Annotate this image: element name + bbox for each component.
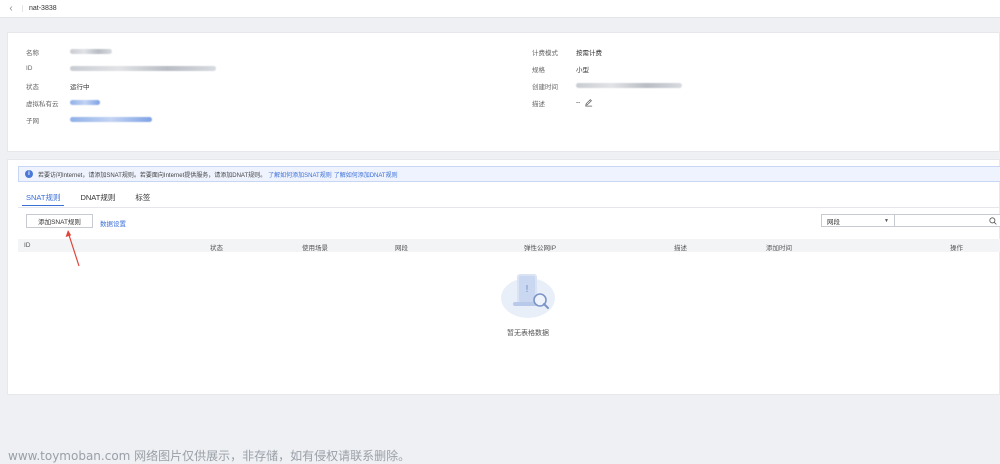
vpc-label: 虚拟私有云 (26, 100, 59, 108)
add-snat-rule-button[interactable]: 添加SNAT规则 (26, 214, 93, 228)
snat-help-link[interactable]: 了解如何添加SNAT规则 (268, 170, 332, 179)
description-label: 描述 (532, 100, 545, 108)
back-icon[interactable]: ‹ (0, 0, 22, 18)
basic-info-panel: 名称 ID 状态 运行中 虚拟私有云 子网 计费模式 按需计费 规格 小型 创建… (7, 32, 1000, 152)
notice-text: 若要访问Internet，请添加SNAT规则。若要面向Internet提供服务，… (38, 172, 267, 179)
name-value (70, 49, 112, 54)
column-header: 网段 (395, 245, 408, 252)
tab-snat[interactable]: SNAT规则 (21, 192, 68, 206)
name-label: 名称 (26, 49, 39, 57)
status-value: 运行中 (70, 83, 90, 91)
search-input[interactable] (894, 214, 1000, 227)
empty-document-icon: ! (501, 274, 555, 318)
data-settings-link[interactable]: 数据设置 (100, 218, 126, 228)
redacted-value (70, 49, 112, 54)
info-left-column: 名称 ID 状态 运行中 虚拟私有云 子网 (26, 43, 216, 128)
column-header: 添加时间 (766, 245, 792, 252)
tab-tags[interactable]: 标签 (135, 192, 158, 206)
info-row-spec: 规格 小型 (532, 60, 682, 77)
description-value: -- (576, 98, 593, 107)
created-value (576, 83, 682, 88)
info-row-created: 创建时间 (532, 77, 682, 94)
created-label: 创建时间 (532, 83, 558, 91)
info-row-billing: 计费模式 按需计费 (532, 43, 682, 60)
description-text: -- (576, 99, 581, 106)
empty-table-text: 暂无表格数据 (507, 330, 549, 337)
info-row-vpc: 虚拟私有云 (26, 94, 216, 111)
page-title: nat-3838 (22, 5, 57, 12)
subnet-label: 子网 (26, 117, 39, 125)
edit-icon[interactable] (584, 98, 593, 107)
column-header: 状态 (210, 245, 223, 252)
subnet-value[interactable] (70, 117, 152, 122)
column-header: ID (24, 242, 31, 249)
info-right-column: 计费模式 按需计费 规格 小型 创建时间 描述 -- (532, 43, 682, 111)
id-label: ID (26, 65, 33, 72)
status-label: 状态 (26, 83, 39, 91)
tab-divider (18, 207, 1000, 208)
filter-select[interactable]: 网段 ▼ (821, 214, 895, 227)
spec-label: 规格 (532, 66, 545, 74)
dnat-help-link[interactable]: 了解如何添加DNAT规则 (334, 170, 398, 179)
redacted-value (70, 66, 216, 71)
info-row-subnet: 子网 (26, 111, 216, 128)
top-bar: ‹ nat-3838 (0, 0, 1000, 18)
watermark-text: www.toymoban.com 网络图片仅供展示，非存储，如有侵权请联系删除。 (8, 449, 411, 463)
spec-value: 小型 (576, 66, 589, 74)
column-header: 操作 (950, 245, 963, 252)
billing-value: 按需计费 (576, 49, 602, 57)
column-header: 描述 (674, 245, 687, 252)
column-header: 弹性公网IP (524, 245, 557, 252)
svg-text:!: ! (525, 284, 529, 295)
rule-tabs: SNAT规则 DNAT规则 标签 (21, 192, 170, 206)
filter-value: 网段 (827, 218, 840, 226)
empty-state: ! 暂无表格数据 (478, 268, 578, 338)
rules-panel: i 若要访问Internet，请添加SNAT规则。若要面向Internet提供服… (7, 159, 1000, 395)
table-header: ID 状态 使用场景 网段 弹性公网IP 描述 添加时间 操作 (18, 239, 1000, 252)
info-row-description: 描述 -- (532, 94, 682, 111)
redacted-link[interactable] (70, 100, 100, 105)
id-value (70, 66, 216, 71)
info-icon: i (25, 170, 33, 178)
tab-dnat[interactable]: DNAT规则 (80, 192, 123, 206)
redacted-link[interactable] (70, 117, 152, 122)
info-row-name: 名称 (26, 43, 216, 60)
info-row-id: ID (26, 60, 216, 77)
vpc-value[interactable] (70, 100, 100, 105)
column-header: 使用场景 (302, 245, 328, 252)
caret-down-icon: ▼ (884, 217, 889, 224)
search-icon[interactable] (989, 216, 997, 225)
info-notice: i 若要访问Internet，请添加SNAT规则。若要面向Internet提供服… (18, 166, 1000, 182)
info-row-status: 状态 运行中 (26, 77, 216, 94)
redacted-value (576, 83, 682, 88)
billing-label: 计费模式 (532, 49, 558, 57)
